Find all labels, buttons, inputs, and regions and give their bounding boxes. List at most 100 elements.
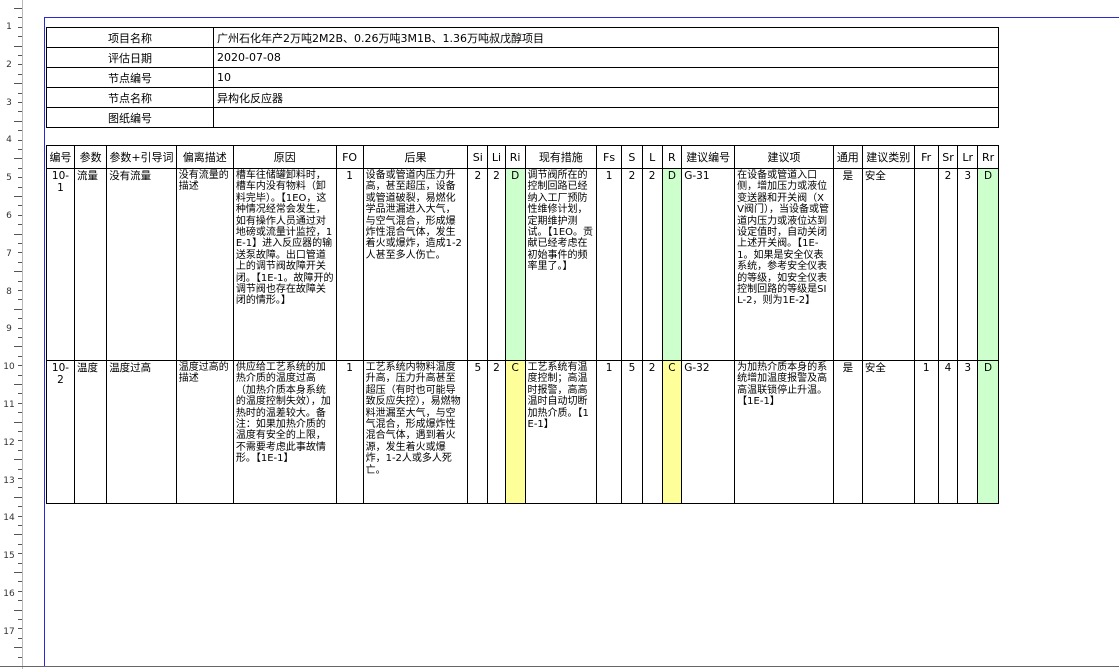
cell-category[interactable]: 安全 (861, 168, 915, 361)
ruler-tick (14, 233, 22, 235)
ruler-tick (18, 186, 22, 188)
cell-rec-no[interactable]: G-31 (681, 168, 736, 361)
ruler-tick (18, 543, 22, 545)
ruler-tick (18, 656, 22, 658)
ruler-tick (18, 487, 22, 489)
ruler-tick (18, 130, 22, 132)
cell-s[interactable]: 2 (621, 168, 643, 361)
cell-rr[interactable]: D (977, 168, 999, 361)
cell-consequence[interactable]: 设备或管道内压力升高，甚至超压，设备或管道破裂，易燃化学品泄漏进入大气，与空气混… (362, 168, 469, 361)
cell-id[interactable]: 10-2 (45, 360, 76, 504)
cell-measures[interactable]: 调节阀所在的控制回路已经纳入工厂预防性维修计划，定期维护测试。【1EO。贡献已经… (524, 168, 598, 361)
ruler-tick (18, 17, 22, 19)
ruler-number: 12 (3, 437, 15, 448)
ruler-tick (18, 214, 22, 216)
column-header: L (641, 145, 663, 169)
page-bottom-line (0, 666, 1119, 667)
ruler-number: 15 (3, 551, 15, 562)
cell-category[interactable]: 安全 (861, 360, 915, 504)
info-value[interactable]: 广州石化年产2万吨2M2B、0.26万吨3M1B、1.36万吨叔戊醇项目 (213, 27, 999, 48)
column-header: S (621, 145, 643, 169)
ruler-tick (18, 355, 22, 357)
cell-deviation[interactable]: 温度过高的描述 (175, 360, 234, 504)
column-header: 通用 (832, 145, 863, 169)
info-label: 节点名称 (46, 87, 214, 108)
ruler-tick (18, 590, 22, 592)
cell-si[interactable]: 2 (467, 168, 489, 361)
cell-s[interactable]: 5 (621, 360, 643, 504)
cell-cause[interactable]: 槽车往储罐卸料时，槽车内没有物料（卸料完毕）。【1EO，这种情况经常会发生，如有… (232, 168, 337, 361)
cell-ri[interactable]: D (504, 168, 526, 361)
cell-guide[interactable]: 没有流量 (106, 168, 177, 361)
ruler-tick (18, 177, 22, 179)
cell-fs[interactable]: 1 (596, 168, 623, 361)
cell-si[interactable]: 5 (467, 360, 489, 504)
ruler-tick (14, 45, 22, 47)
cell-param[interactable]: 流量 (74, 168, 108, 361)
cell-general[interactable]: 是 (832, 168, 863, 361)
cell-general[interactable]: 是 (832, 360, 863, 504)
ruler-number: 7 (6, 248, 12, 259)
ruler-number: 16 (3, 589, 15, 599)
cell-r[interactable]: D (661, 168, 683, 361)
ruler-tick (14, 534, 22, 536)
column-header: 建议项 (734, 145, 834, 169)
cell-param[interactable]: 温度 (74, 360, 108, 504)
column-header: 建议编号 (681, 145, 736, 169)
cell-fr[interactable] (913, 168, 939, 361)
info-value[interactable]: 10 (213, 67, 999, 88)
ruler-tick (18, 205, 22, 207)
ruler-tick (14, 120, 22, 122)
cell-recommendation[interactable]: 为加热介质本身的系统增加温度报警及高高温联锁停止升温。【1E-1】 (734, 360, 834, 504)
ruler-number: 4 (6, 135, 12, 146)
ruler-tick (18, 26, 22, 28)
cell-l[interactable]: 2 (641, 360, 663, 504)
cell-guide[interactable]: 温度过高 (106, 360, 177, 504)
ruler-tick (18, 449, 22, 451)
ruler-tick (18, 374, 22, 376)
ruler-number: 6 (6, 211, 12, 221)
cell-rr[interactable]: D (977, 360, 999, 504)
cell-consequence[interactable]: 工艺系统内物料温度升高，压力升高甚至超压（有时也可能导致反应失控），易燃物料泄漏… (362, 360, 469, 504)
cell-ri[interactable]: C (504, 360, 526, 504)
cell-deviation[interactable]: 没有流量的描述 (175, 168, 234, 361)
cell-fo[interactable]: 1 (335, 168, 364, 361)
column-header: FO (335, 145, 364, 169)
cell-sr[interactable]: 2 (937, 168, 959, 361)
info-value[interactable]: 异构化反应器 (213, 87, 999, 108)
info-row: 节点编号 10 (46, 67, 999, 88)
ruler-tick (18, 280, 22, 282)
ruler-tick (18, 562, 22, 564)
cell-li[interactable]: 2 (487, 360, 506, 504)
ruler-tick (18, 327, 22, 329)
info-row: 项目名称 广州石化年产2万吨2M2B、0.26万吨3M1B、1.36万吨叔戊醇项目 (46, 27, 999, 48)
ruler-tick (18, 581, 22, 583)
cell-fr[interactable]: 1 (913, 360, 939, 504)
ruler-tick (18, 337, 22, 338)
ruler-tick (18, 402, 22, 404)
ruler-tick (18, 261, 22, 263)
cell-id[interactable]: 10-1 (45, 168, 76, 361)
cell-lr[interactable]: 3 (957, 360, 979, 504)
project-info-table: 项目名称 广州石化年产2万吨2M2B、0.26万吨3M1B、1.36万吨叔戊醇项目… (46, 27, 999, 128)
cell-rec-no[interactable]: G-32 (681, 360, 736, 504)
info-value[interactable]: 2020-07-08 (213, 47, 999, 68)
cell-lr[interactable]: 3 (957, 168, 979, 361)
column-header: Rr (977, 145, 999, 169)
cell-fo[interactable]: 1 (335, 360, 364, 504)
ruler-tick (18, 318, 22, 320)
cell-cause[interactable]: 供应给工艺系统的加热介质的温度过高（加热介质本身系统的温度控制失效），加热时的温… (232, 360, 337, 504)
cell-measures[interactable]: 工艺系统有温度控制；高温时报警，高高温时自动切断加热介质。【1E-1】 (524, 360, 598, 504)
ruler-tick (18, 299, 22, 301)
cell-fs[interactable]: 1 (596, 360, 623, 504)
ruler-tick (14, 8, 22, 9)
cell-recommendation[interactable]: 在设备或管道入口侧，增加压力或液位变送器和开关阀（XV阀门），当设备或管道内压力… (734, 168, 834, 361)
info-value[interactable] (213, 107, 999, 128)
ruler-tick (18, 468, 22, 470)
cell-r[interactable]: C (661, 360, 683, 504)
table-header-row: 编号 参数 参数+引导词 偏离描述 原因 FO 后果 Si Li Ri 现有措施 Fs S L R 建议编号建… (45, 145, 999, 169)
table-row: 10-1 流量 没有流量 没有流量的描述 槽车往储罐卸料时，槽车内没有物料（卸料完毕）。… (45, 168, 999, 361)
cell-sr[interactable]: 4 (937, 360, 959, 504)
cell-l[interactable]: 2 (641, 168, 663, 361)
cell-li[interactable]: 2 (487, 168, 506, 361)
